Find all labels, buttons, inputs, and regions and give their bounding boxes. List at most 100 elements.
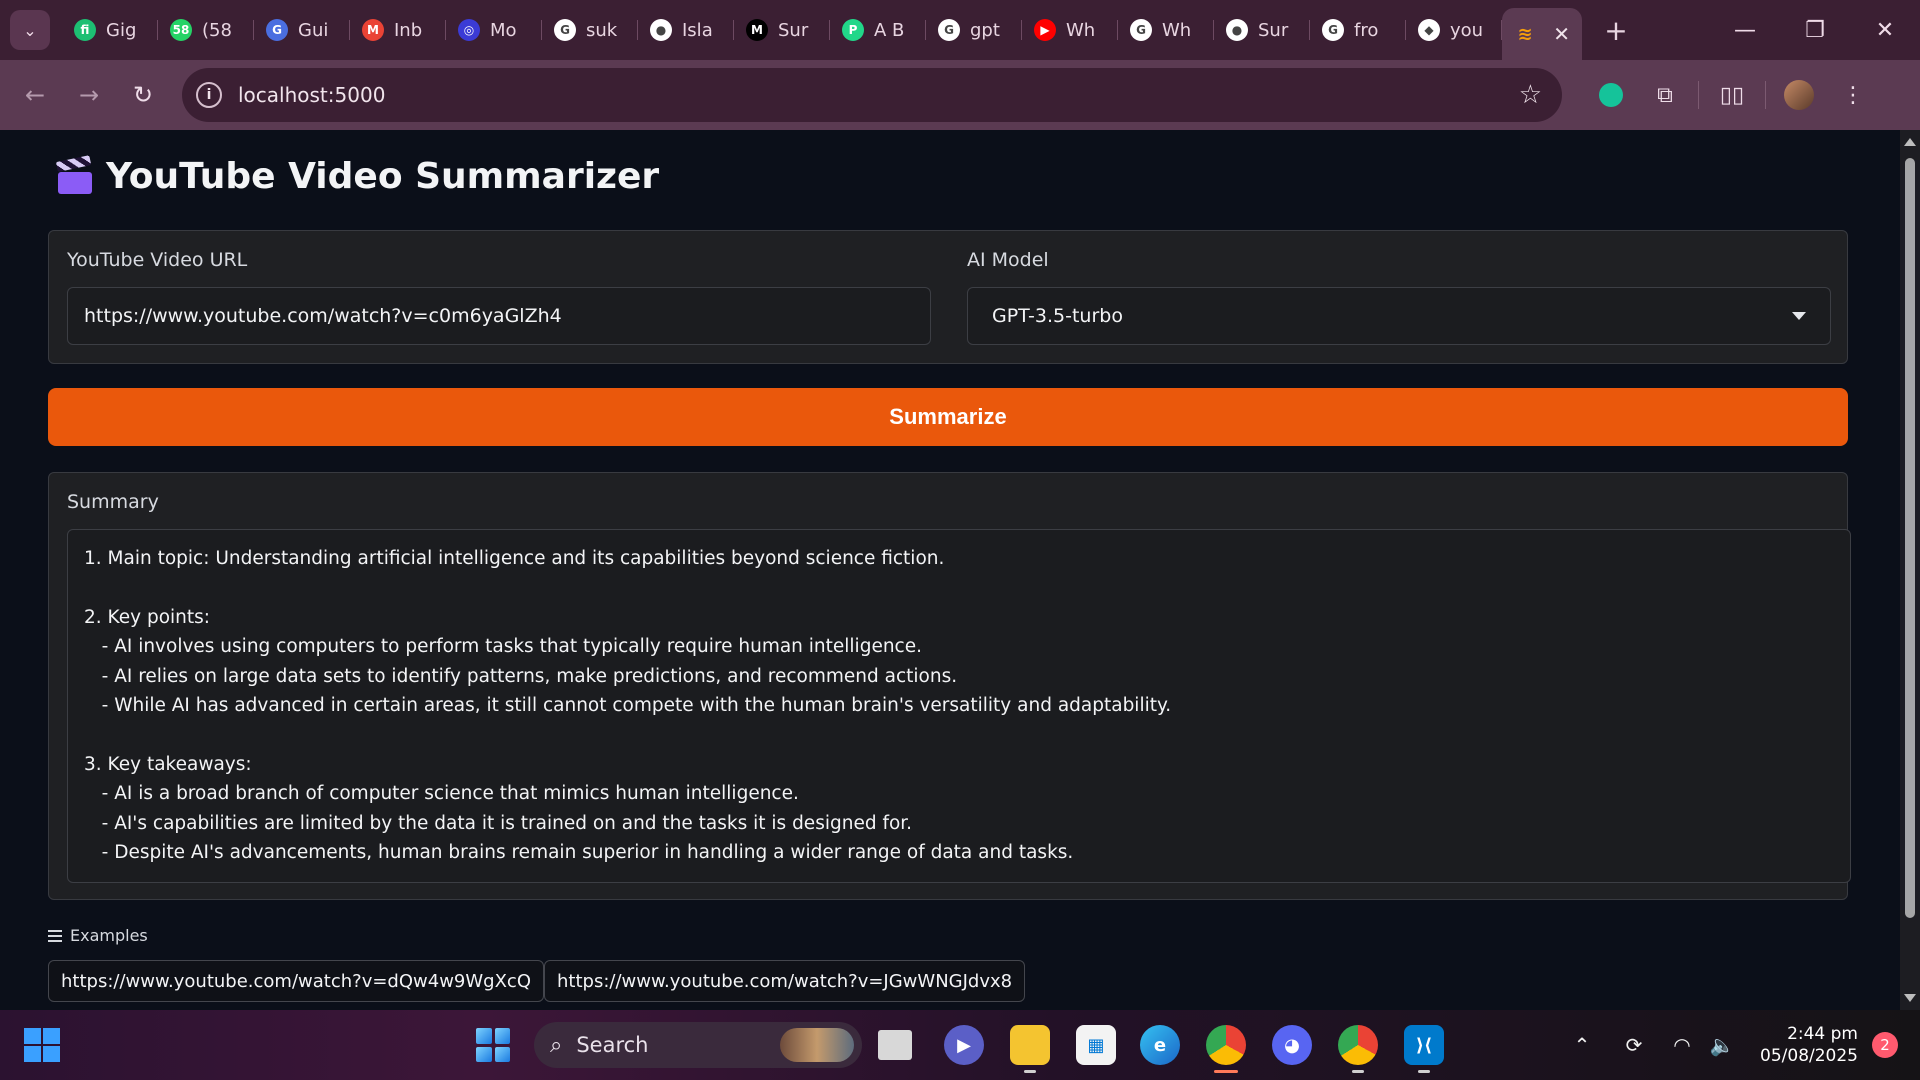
close-tab-icon[interactable]: ✕: [1553, 22, 1570, 46]
list-icon: [48, 929, 62, 942]
tab-active[interactable]: ≋ ✕: [1502, 8, 1582, 60]
browser-tab[interactable]: PA B: [830, 10, 926, 50]
app-page: YouTube Video Summarizer YouTube Video U…: [0, 130, 1900, 1010]
browser-tab[interactable]: Gsuk: [542, 10, 638, 50]
browser-tab[interactable]: G Wh: [1118, 10, 1214, 50]
browser-tab-label: you: [1450, 19, 1484, 41]
profile-avatar[interactable]: [1778, 74, 1820, 116]
browser-tab-label: Inb: [394, 19, 423, 41]
system-tray: ⌃ ⟳ ◠ 🔈 2:44 pm 05/08/2025 2: [1562, 1010, 1920, 1080]
microsoft-store-icon[interactable]: ▦: [1076, 1025, 1116, 1065]
address-text[interactable]: localhost:5000: [238, 83, 385, 107]
clock-date: 05/08/2025: [1760, 1046, 1858, 1066]
toolbar-divider: [1698, 81, 1699, 109]
ai-model-dropdown[interactable]: GPT-3.5-turbo: [967, 287, 1831, 345]
vscode-icon[interactable]: ⟩⟨: [1404, 1025, 1444, 1073]
browser-tab[interactable]: M Inb: [350, 10, 446, 50]
example-url-chip[interactable]: https://www.youtube.com/watch?v=dQw4w9Wg…: [48, 960, 544, 1002]
ai-model-value: GPT-3.5-turbo: [992, 305, 1123, 327]
google-icon: G: [1322, 19, 1344, 41]
browser-tab[interactable]: Gfro: [1310, 10, 1406, 50]
restore-icon[interactable]: ❐: [1780, 0, 1850, 60]
address-bar[interactable]: i localhost:5000 ☆: [182, 68, 1562, 122]
taskbar: ⌕ Search ▶ ▦ e ◕ ⟩⟨ ⌃ ⟳ ◠ 🔈 2:44 pm 05/0…: [0, 1010, 1920, 1080]
bookmark-star-icon[interactable]: ☆: [1519, 80, 1542, 110]
wifi-icon[interactable]: ◠: [1664, 1033, 1700, 1057]
summarize-button[interactable]: Summarize: [48, 388, 1848, 446]
page-title: YouTube Video Summarizer: [55, 154, 660, 197]
chevron-up-icon[interactable]: ⌃: [1564, 1033, 1600, 1057]
windows-start-icon[interactable]: [476, 1028, 510, 1062]
examples-label: Examples: [70, 926, 148, 945]
browser-tab[interactable]: ▶ Wh: [1022, 10, 1118, 50]
url-field-group: YouTube Video URL: [49, 231, 949, 365]
browser-tab-label: Sur: [778, 19, 809, 41]
browser-tab[interactable]: ◎ Mo: [446, 10, 542, 50]
window-controls: — ❐ ✕: [1710, 0, 1920, 60]
reload-icon[interactable]: ↻: [120, 72, 166, 118]
extensions-puzzle-icon[interactable]: ⧉: [1644, 74, 1686, 116]
new-tab-button[interactable]: +: [1598, 14, 1634, 47]
browser-tab[interactable]: 58 (58: [158, 10, 254, 50]
google-icon: G: [938, 19, 960, 41]
summary-output[interactable]: 1. Main topic: Understanding artificial …: [67, 529, 1851, 883]
browser-tab[interactable]: ● Isla: [638, 10, 734, 50]
clock-time: 2:44 pm: [1787, 1024, 1858, 1044]
site-info-icon[interactable]: i: [196, 82, 222, 108]
example-url-chip[interactable]: https://www.youtube.com/watch?v=JGwWNGJd…: [544, 960, 1026, 1002]
google-icon: G: [554, 19, 576, 41]
browser-tab[interactable]: Ggpt: [926, 10, 1022, 50]
openai-icon: ◎: [458, 19, 480, 41]
close-window-icon[interactable]: ✕: [1850, 0, 1920, 60]
github-icon: ●: [1226, 19, 1248, 41]
search-highlight-image: [780, 1028, 854, 1062]
tab-search-chevron-icon[interactable]: ⌄: [10, 10, 50, 50]
google-icon: G: [1130, 19, 1152, 41]
browser-toolbar: ← → ↻ i localhost:5000 ☆ ⧉ ▯▯ ⋮: [0, 60, 1920, 130]
browser-tab-label: Isla: [682, 19, 713, 41]
browser-tab[interactable]: ● Sur: [1214, 10, 1310, 50]
gmail-icon: M: [362, 19, 384, 41]
browser-tab-label: A B: [874, 19, 905, 41]
browser-tab[interactable]: fi Gig: [62, 10, 158, 50]
browser-tab[interactable]: ◆ you: [1406, 10, 1502, 50]
file-explorer-icon[interactable]: [1010, 1025, 1050, 1073]
grammarly-extension-icon[interactable]: [1590, 74, 1632, 116]
browser-menu-icon[interactable]: ⋮: [1832, 74, 1874, 116]
minimize-icon[interactable]: —: [1710, 0, 1780, 60]
clock[interactable]: 2:44 pm 05/08/2025: [1760, 1023, 1858, 1067]
reading-mode-icon[interactable]: ▯▯: [1711, 74, 1753, 116]
browser-tab[interactable]: M Sur: [734, 10, 830, 50]
discord-icon[interactable]: ◕: [1272, 1025, 1312, 1065]
medium-icon: M: [746, 19, 768, 41]
tab-strip: ⌄ fi Gig 58 (58 G Gui M Inb ◎ Mo Gsuk ● Isla M Sur P A B…: [0, 0, 1920, 60]
scroll-up-arrow-icon[interactable]: [1904, 138, 1916, 146]
browser-tab-label: fro: [1354, 19, 1379, 41]
chrome-profile-icon[interactable]: [1338, 1025, 1378, 1073]
browser-tab-label: Sur: [1258, 19, 1289, 41]
browser-tab[interactable]: G Gui: [254, 10, 350, 50]
youtube-url-input[interactable]: [67, 287, 931, 345]
scrollbar-thumb[interactable]: [1905, 158, 1915, 918]
page-title-text: YouTube Video Summarizer: [106, 156, 660, 197]
url-label: YouTube Video URL: [67, 249, 248, 271]
meet-icon[interactable]: ▶: [944, 1025, 984, 1065]
scroll-down-arrow-icon[interactable]: [1904, 994, 1916, 1002]
browser-tab-label: Wh: [1162, 19, 1192, 41]
model-field-group: AI Model GPT-3.5-turbo: [949, 231, 1849, 365]
task-view-icon[interactable]: [878, 1030, 912, 1060]
chrome-icon[interactable]: [1206, 1025, 1246, 1073]
page-scrollbar[interactable]: [1900, 130, 1920, 1010]
volume-icon[interactable]: 🔈: [1704, 1033, 1740, 1057]
toolbar-extensions: ⧉ ▯▯ ⋮: [1590, 60, 1874, 130]
back-icon[interactable]: ←: [12, 72, 58, 118]
edge-icon[interactable]: e: [1140, 1025, 1180, 1065]
forward-icon[interactable]: →: [66, 72, 112, 118]
tab-list: fi Gig 58 (58 G Gui M Inb ◎ Mo Gsuk ● Isla M Sur P A B Gg…: [62, 0, 1502, 60]
model-label: AI Model: [967, 249, 1049, 271]
sync-icon[interactable]: ⟳: [1616, 1033, 1652, 1057]
notification-badge[interactable]: 2: [1872, 1032, 1898, 1058]
taskbar-search[interactable]: ⌕ Search: [534, 1022, 862, 1068]
widgets-icon[interactable]: [24, 1028, 60, 1062]
pycharm-icon: P: [842, 19, 864, 41]
